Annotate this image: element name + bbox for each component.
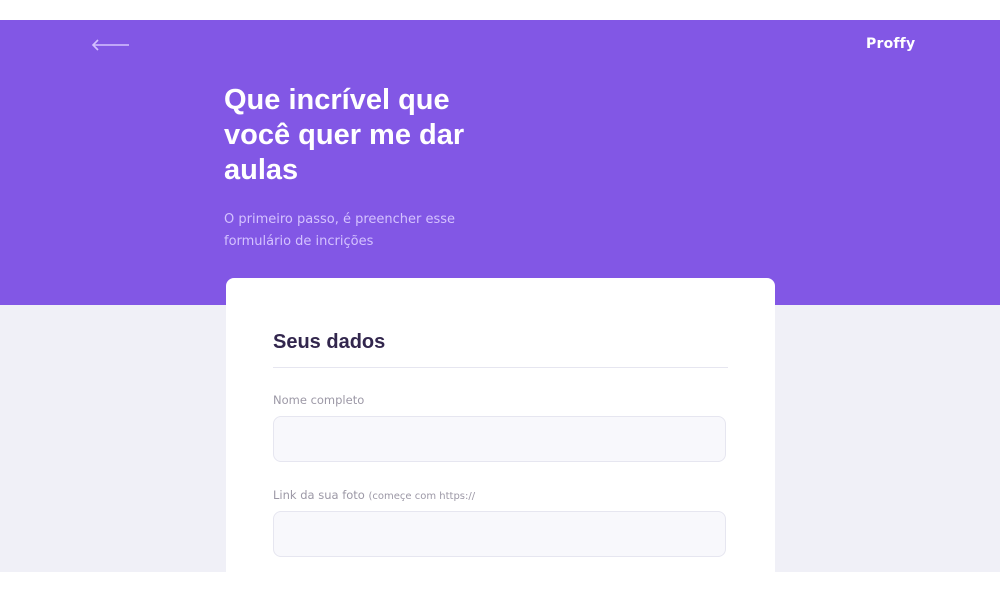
photo-field-hint: (começe com https:// [368, 491, 476, 502]
name-field-label-text: Nome completo [273, 393, 365, 407]
photo-link-input[interactable] [273, 511, 726, 557]
brand-logo: Proffy [866, 36, 916, 52]
name-field-label: Nome completo [273, 393, 364, 407]
registration-form: Seus dados Nome completo Link da sua fot… [226, 278, 775, 572]
section-divider [273, 367, 728, 368]
page-subtitle: O primeiro passo, é preencher esse formu… [224, 212, 456, 249]
full-name-input[interactable] [273, 416, 726, 462]
back-button[interactable] [91, 34, 131, 56]
section-title: Seus dados [273, 331, 386, 353]
arrow-left-icon [91, 39, 129, 51]
photo-field-label-text: Link da sua foto [273, 488, 365, 502]
page-title: Que incrível que você quer me dar aulas [224, 84, 465, 186]
photo-field-label: Link da sua foto (começe com https:// [273, 488, 475, 502]
page-header: Proffy Que incrível que você quer me dar… [0, 20, 1000, 305]
page-viewport: Proffy Que incrível que você quer me dar… [0, 20, 1000, 572]
